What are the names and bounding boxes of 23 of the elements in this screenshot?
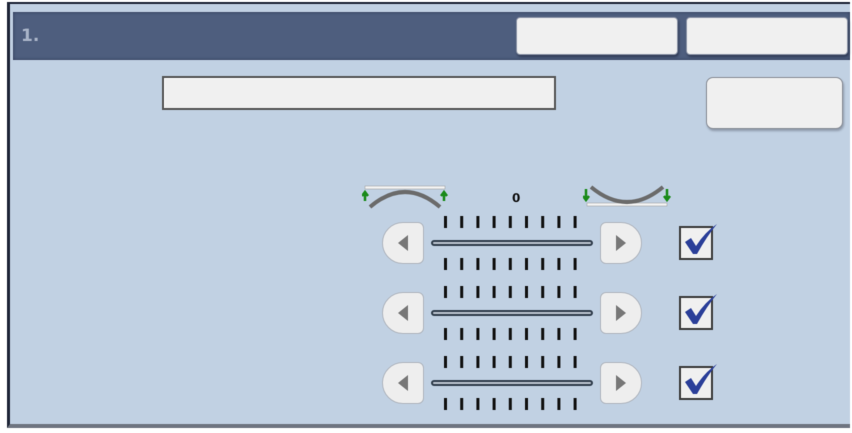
right-triangle-icon (616, 375, 626, 391)
right-triangle-icon (616, 305, 626, 321)
header-button[interactable] (516, 17, 678, 55)
right-arrow-button[interactable] (600, 362, 642, 404)
slider-track[interactable] (431, 380, 593, 386)
header-button[interactable] (686, 17, 848, 55)
slider-track[interactable] (431, 240, 593, 246)
right-triangle-icon (616, 235, 626, 251)
left-triangle-icon (398, 305, 408, 321)
left-triangle-icon (398, 375, 408, 391)
right-arrow-button[interactable] (600, 292, 642, 334)
convex-curve-icon (362, 185, 448, 209)
left-triangle-icon (398, 235, 408, 251)
window-title: 1. (21, 26, 40, 46)
slider-track[interactable] (431, 310, 593, 316)
side-button[interactable] (706, 77, 843, 129)
left-arrow-button[interactable] (382, 292, 424, 334)
concave-curve-icon (583, 185, 672, 209)
left-arrow-button[interactable] (382, 222, 424, 264)
input-field[interactable] (162, 76, 556, 110)
scale-label: 0 (512, 191, 520, 205)
left-arrow-button[interactable] (382, 362, 424, 404)
right-arrow-button[interactable] (600, 222, 642, 264)
